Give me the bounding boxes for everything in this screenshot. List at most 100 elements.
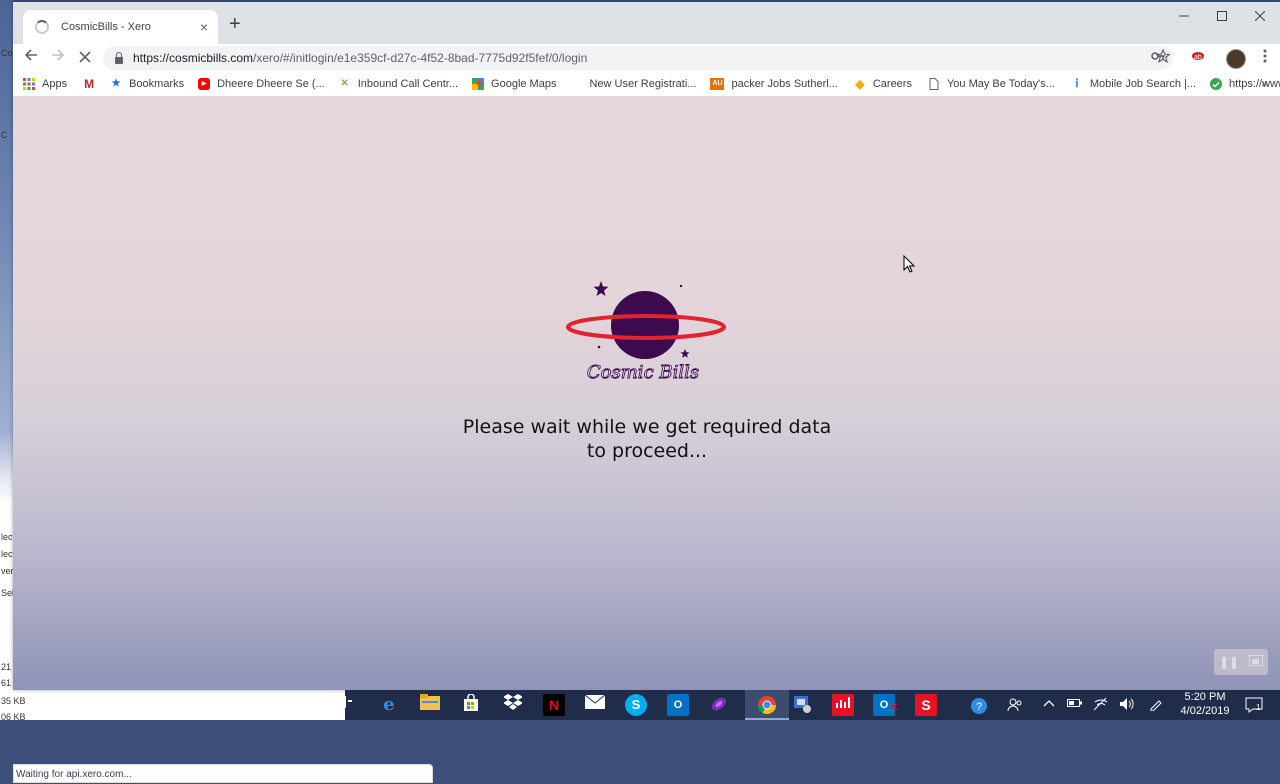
gmail-icon: M bbox=[84, 77, 95, 91]
video-overlay-controls[interactable]: ❚❚ bbox=[1214, 649, 1268, 675]
loading-message-line2: to proceed... bbox=[586, 440, 708, 462]
maximize-button[interactable] bbox=[1202, 8, 1242, 28]
bookmark-label: Dheere Dheere Se (... bbox=[217, 78, 325, 90]
address-bar[interactable]: https://cosmicbills.com/xero/#/initlogin… bbox=[103, 46, 1173, 70]
loading-spinner-icon bbox=[35, 20, 49, 34]
bookmark-packer-jobs[interactable]: AU packer Jobs Sutherl... bbox=[710, 78, 838, 90]
app-network-icon[interactable] bbox=[791, 694, 813, 716]
notification-center-icon[interactable]: 1 bbox=[1245, 697, 1263, 716]
clock-time: 5:20 PM bbox=[1184, 691, 1226, 703]
profile-avatar[interactable] bbox=[1226, 49, 1246, 69]
windows-taskbar: e N S O O ✕ S ? 5:20 PM 4/02/2019 1 bbox=[343, 690, 1280, 720]
person-icon: ✕ bbox=[340, 78, 349, 89]
bookmark-label: Careers bbox=[872, 78, 912, 90]
app-chart-icon[interactable] bbox=[832, 694, 854, 716]
page-content: Cosmic Bills Please wait while we get re… bbox=[13, 97, 1280, 783]
pause-icon[interactable]: ❚❚ bbox=[1219, 655, 1239, 669]
notification-count: 1 bbox=[1256, 703, 1261, 712]
svg-text:ab: ab bbox=[1194, 54, 1202, 61]
bookmark-inbound[interactable]: ✕ Inbound Call Centr... bbox=[339, 78, 459, 90]
chevron-up-icon[interactable] bbox=[1043, 697, 1055, 712]
bookmark-label: Google Maps bbox=[491, 78, 557, 90]
desktop-fragment: lect bbox=[1, 549, 13, 559]
wifi-icon[interactable] bbox=[1093, 697, 1109, 714]
app-feather-icon[interactable] bbox=[708, 694, 730, 716]
chrome-icon bbox=[758, 696, 776, 715]
desktop-fragment: 21 bbox=[1, 662, 12, 672]
bookmark-label: New User Registrati... bbox=[589, 78, 697, 90]
diamond-icon: ◆ bbox=[855, 77, 865, 91]
mail-icon[interactable] bbox=[584, 694, 606, 716]
desktop-fragment: 61 bbox=[1, 678, 12, 688]
app-s-icon[interactable]: S bbox=[915, 694, 937, 716]
desktop-background-left: Co C lect lect vert Sel bbox=[0, 0, 13, 720]
star-icon: ★ bbox=[111, 78, 121, 89]
bookmark-label: Bookmarks bbox=[129, 78, 185, 90]
bookmark-apps[interactable]: Apps bbox=[23, 78, 67, 90]
bookmark-survey[interactable]: https://www.survey... bbox=[1210, 78, 1280, 90]
url-host: https://cosmicbills.com bbox=[133, 51, 254, 65]
extension-icon[interactable]: ab bbox=[1188, 48, 1208, 68]
forward-arrow-icon bbox=[52, 49, 65, 61]
close-window-button[interactable] bbox=[1240, 8, 1280, 28]
loading-message: Please wait while we get required data t… bbox=[453, 415, 841, 463]
tab-cosmicbills[interactable]: CosmicBills - Xero × bbox=[23, 10, 218, 44]
planet-front bbox=[611, 325, 679, 359]
bookmark-dheere[interactable]: ▶ Dheere Dheere Se (... bbox=[198, 78, 325, 90]
outlook-icon[interactable]: O bbox=[667, 694, 689, 716]
bookmark-you-may-be[interactable]: You May Be Today's... bbox=[928, 78, 1055, 90]
bookmark-new-user[interactable]: New User Registrati... bbox=[589, 78, 696, 90]
url-text[interactable]: https://cosmicbills.com/xero/#/initlogin… bbox=[133, 51, 587, 65]
bookmarks-bar: Apps M ★ Bookmarks ▶ Dheere Dheere Se (...… bbox=[13, 72, 1280, 97]
maps-icon bbox=[472, 78, 485, 90]
page-icon bbox=[928, 78, 940, 90]
bookmark-mobile-job-search[interactable]: ⅰ Mobile Job Search |... bbox=[1071, 78, 1196, 90]
forward-button[interactable] bbox=[48, 48, 68, 68]
help-icon[interactable]: ? bbox=[970, 697, 988, 718]
bookmark-careers[interactable]: ◆ Careers bbox=[854, 78, 912, 90]
people-icon[interactable] bbox=[1007, 697, 1023, 716]
desktop-fragment: vert bbox=[1, 566, 13, 576]
file-explorer-icon[interactable] bbox=[419, 694, 441, 716]
bookmark-gmail[interactable]: M bbox=[83, 78, 102, 90]
system-clock[interactable]: 5:20 PM 4/02/2019 bbox=[1175, 690, 1235, 718]
pen-icon[interactable] bbox=[1149, 697, 1163, 714]
bookmark-star-icon[interactable] bbox=[1153, 48, 1173, 68]
stop-loading-button[interactable] bbox=[75, 48, 95, 68]
dropbox-icon[interactable] bbox=[502, 694, 524, 716]
minimize-button[interactable] bbox=[1164, 8, 1204, 28]
store-icon[interactable] bbox=[460, 693, 482, 716]
new-tab-button[interactable]: + bbox=[229, 14, 241, 34]
status-bar: Waiting for api.xero.com... bbox=[13, 764, 433, 783]
outlook-error-icon[interactable]: O ✕ bbox=[873, 694, 898, 716]
bookmark-label: Inbound Call Centr... bbox=[357, 78, 459, 90]
tab-close-icon[interactable]: × bbox=[196, 19, 212, 35]
logo-wordmark: Cosmic Bills bbox=[587, 362, 699, 383]
bookmark-bookmarks[interactable]: ★ Bookmarks bbox=[110, 78, 185, 90]
survey-icon bbox=[1210, 78, 1223, 90]
bookmark-label: packer Jobs Sutherl... bbox=[731, 78, 838, 90]
bookmarks-overflow-icon[interactable]: » bbox=[1261, 76, 1268, 90]
desktop-fragment: 06 KB bbox=[1, 712, 26, 722]
close-icon bbox=[79, 51, 91, 63]
bookmark-google-maps[interactable]: Google Maps bbox=[472, 78, 556, 90]
more-menu-icon[interactable] bbox=[1255, 48, 1275, 68]
bookmark-label: Mobile Job Search |... bbox=[1089, 78, 1197, 90]
netflix-icon[interactable]: N bbox=[543, 694, 565, 716]
edge-icon[interactable]: e bbox=[378, 694, 400, 716]
battery-icon[interactable] bbox=[1067, 697, 1083, 712]
picture-in-picture-icon[interactable] bbox=[1249, 655, 1264, 669]
volume-icon[interactable] bbox=[1119, 697, 1135, 714]
close-icon bbox=[1254, 10, 1266, 22]
back-button[interactable] bbox=[21, 48, 41, 68]
skype-icon[interactable]: S bbox=[625, 694, 647, 716]
chrome-taskbar-button[interactable] bbox=[745, 690, 789, 720]
desktop-fragment: C bbox=[1, 130, 8, 140]
svg-text:?: ? bbox=[976, 701, 982, 713]
bookmark-label: https://www.survey... bbox=[1229, 78, 1280, 90]
task-view-icon[interactable] bbox=[343, 694, 353, 716]
sparkle-dot bbox=[679, 284, 683, 288]
browser-toolbar: https://cosmicbills.com/xero/#/initlogin… bbox=[13, 44, 1280, 72]
lock-icon bbox=[115, 51, 123, 64]
youtube-icon: ▶ bbox=[198, 78, 211, 90]
